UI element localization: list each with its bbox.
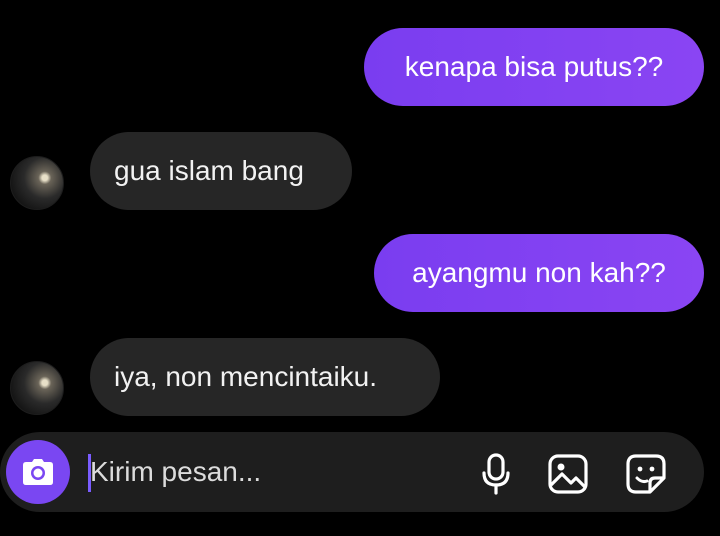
microphone-icon: [482, 453, 510, 495]
microphone-button[interactable]: [474, 452, 518, 496]
message-text: gua islam bang: [114, 155, 304, 186]
camera-button[interactable]: [6, 440, 70, 504]
sent-message-bubble[interactable]: kenapa bisa putus??: [364, 28, 704, 106]
camera-icon: [23, 459, 53, 485]
received-message-bubble[interactable]: iya, non mencintaiku.: [90, 338, 440, 416]
contact-avatar[interactable]: [10, 361, 64, 415]
sticker-button[interactable]: [624, 452, 668, 496]
message-text: kenapa bisa putus??: [404, 51, 664, 82]
image-icon: [548, 454, 588, 494]
chat-thread: kenapa bisa putus?? gua islam bang ayang…: [0, 0, 720, 536]
message-text: iya, non mencintaiku.: [114, 361, 378, 392]
gallery-button[interactable]: [546, 452, 590, 496]
sent-message-bubble[interactable]: ayangmu non kah??: [374, 234, 704, 312]
contact-avatar[interactable]: [10, 156, 64, 210]
received-message-bubble[interactable]: gua islam bang: [90, 132, 352, 210]
message-text: ayangmu non kah??: [412, 257, 666, 288]
sticker-icon: [626, 454, 666, 494]
message-input[interactable]: [90, 452, 450, 492]
message-composer: [0, 432, 704, 512]
